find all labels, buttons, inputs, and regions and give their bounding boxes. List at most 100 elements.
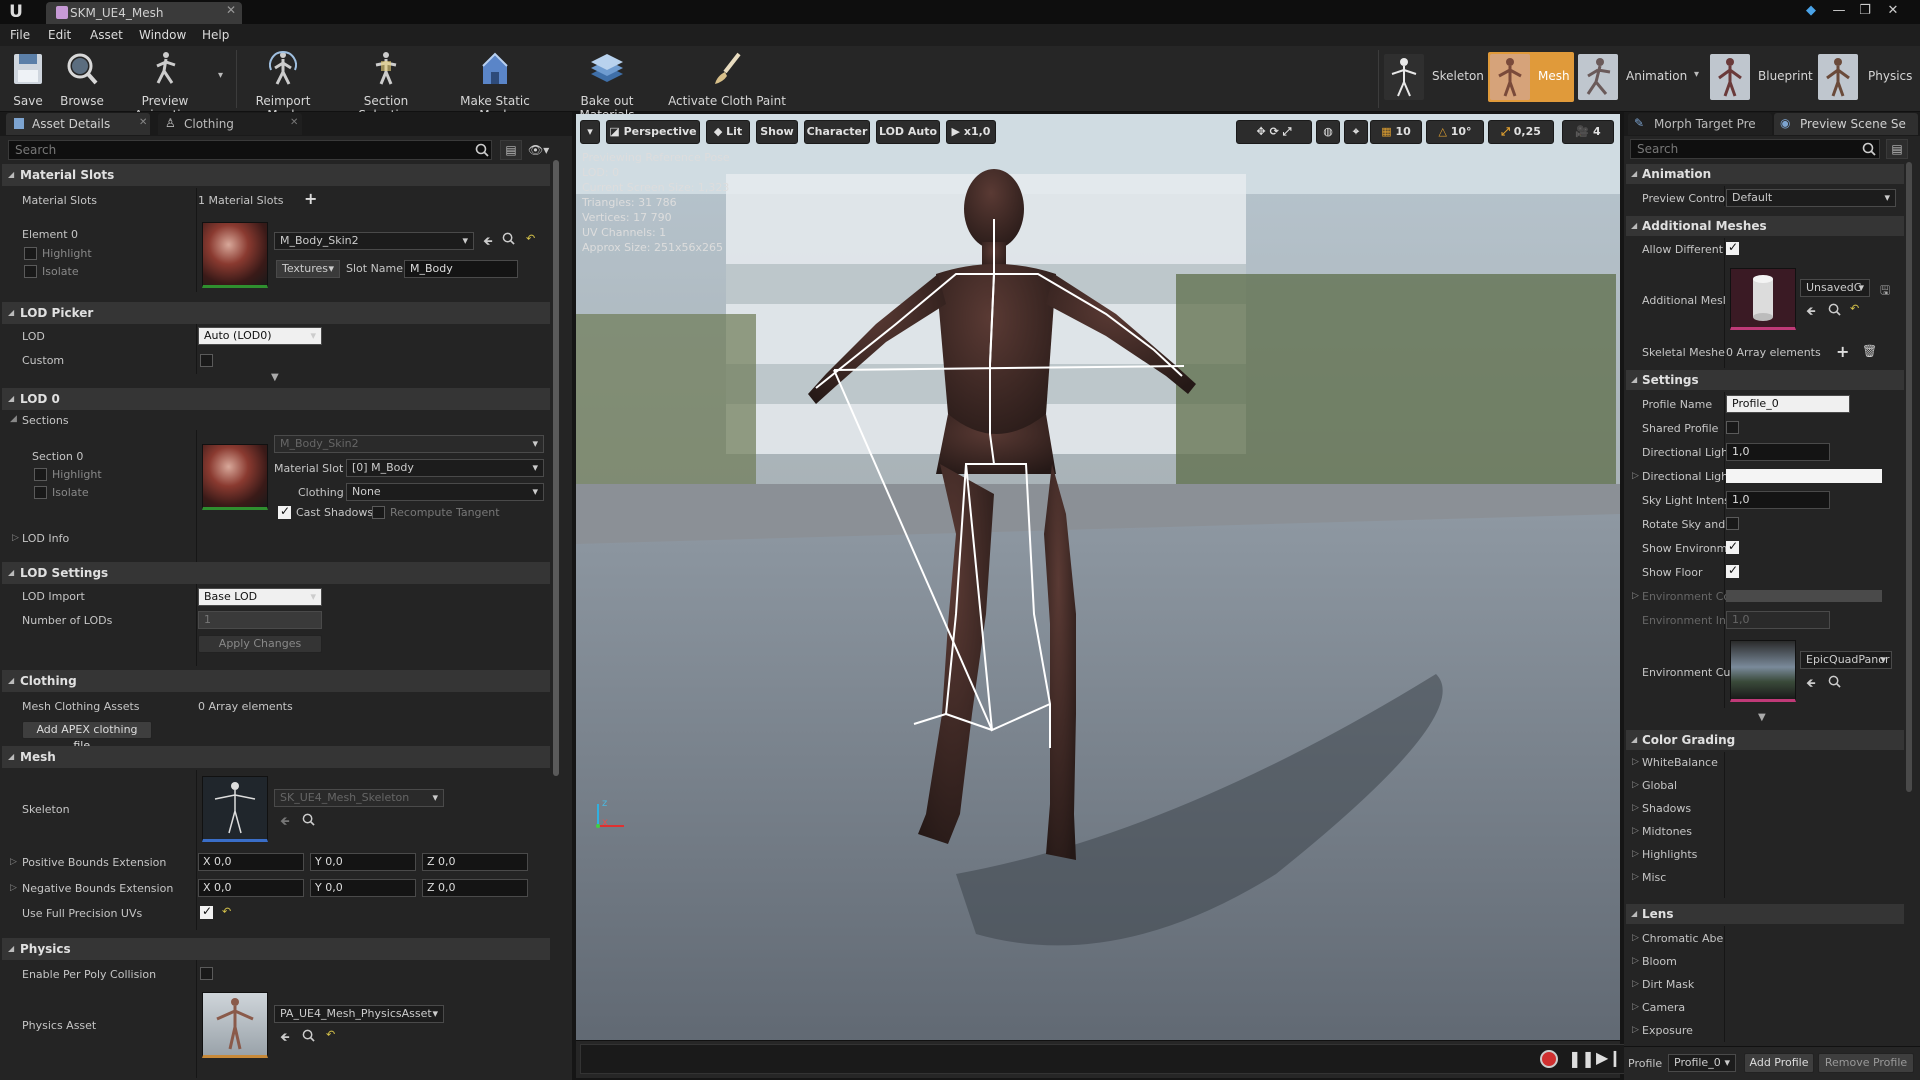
negative-bounds-expander-icon[interactable]: ▷: [10, 883, 17, 893]
use-selected-arrow-icon[interactable]: 🡸: [280, 812, 290, 833]
category-color-grading[interactable]: Color Grading: [1626, 730, 1904, 750]
tab-morph-target-preview[interactable]: Morph Target Pre: [1628, 113, 1772, 135]
physics-asset-thumbnail[interactable]: [202, 992, 268, 1058]
reset-to-default-icon[interactable]: ↶: [222, 905, 231, 918]
lod-info-expander-icon[interactable]: ▷: [12, 533, 19, 543]
white-balance-item[interactable]: WhiteBalance: [1642, 756, 1718, 769]
preview-animation-dropdown-icon[interactable]: ▾: [218, 70, 223, 81]
notification-icon[interactable]: ◆: [1800, 2, 1822, 20]
category-lens[interactable]: Lens: [1626, 904, 1904, 924]
shadows-item[interactable]: Shadows: [1642, 802, 1691, 815]
details-scrollbar[interactable]: [553, 160, 559, 776]
browse-to-icon[interactable]: [502, 232, 515, 248]
tab-preview-scene-settings[interactable]: Preview Scene Se: [1774, 113, 1918, 135]
category-clothing[interactable]: Clothing: [2, 670, 550, 692]
material-slot-select[interactable]: [0] M_Body: [346, 459, 544, 477]
expander-icon[interactable]: ▷: [1632, 1025, 1639, 1035]
cast-shadows-checkbox[interactable]: [278, 504, 291, 519]
close-window-button[interactable]: ✕: [1882, 2, 1904, 20]
property-matrix-icon[interactable]: ▤: [500, 140, 522, 160]
category-lod-picker[interactable]: LOD Picker: [2, 302, 550, 324]
global-item[interactable]: Global: [1642, 779, 1677, 792]
activate-cloth-paint-button[interactable]: Activate Cloth Paint: [668, 48, 786, 110]
rotate-sky-checkbox[interactable]: [1726, 517, 1739, 530]
expander-icon[interactable]: ▷: [1632, 1002, 1639, 1012]
browse-to-icon[interactable]: [1828, 675, 1841, 691]
highlight-checkbox[interactable]: [24, 247, 37, 260]
character-button[interactable]: Character: [804, 120, 870, 144]
material-select[interactable]: M_Body_Skin2: [274, 232, 474, 250]
menu-window[interactable]: Window: [139, 24, 186, 46]
save-button[interactable]: Save: [6, 48, 50, 110]
lod-import-select[interactable]: Base LOD: [198, 588, 322, 606]
chromatic-aberration-item[interactable]: Chromatic Abe: [1642, 932, 1723, 945]
environment-color-swatch[interactable]: [1726, 590, 1882, 602]
playback-speed-button[interactable]: ▶ x1,0: [946, 120, 996, 144]
negative-bounds-y-field[interactable]: Y 0,0: [310, 879, 416, 897]
scene-search-input[interactable]: Search: [1630, 139, 1880, 159]
record-button[interactable]: [1540, 1050, 1558, 1068]
save-asset-icon[interactable]: 🖫: [1880, 281, 1890, 302]
animation-dropdown-icon[interactable]: ▾: [1694, 69, 1699, 80]
expand-advanced-icon[interactable]: ▼: [1758, 712, 1766, 723]
negative-bounds-x-field[interactable]: X 0,0: [198, 879, 304, 897]
menu-edit[interactable]: Edit: [48, 24, 71, 46]
full-precision-uvs-checkbox[interactable]: [200, 904, 213, 919]
surface-snap-icon[interactable]: ⌖: [1344, 120, 1368, 144]
use-selected-arrow-icon[interactable]: 🡸: [280, 1028, 290, 1049]
transform-tools-group[interactable]: ✥ ⟳ ⤢: [1236, 120, 1312, 144]
section-isolate-checkbox[interactable]: [34, 486, 47, 499]
reset-to-default-icon[interactable]: ↶: [326, 1028, 335, 1041]
rotation-snap-button[interactable]: △ 10°: [1426, 120, 1484, 144]
additional-mesh-select[interactable]: UnsavedC: [1800, 279, 1870, 297]
per-poly-collision-checkbox[interactable]: [200, 967, 213, 980]
expander-icon[interactable]: ▷: [1632, 849, 1639, 859]
close-tab-icon[interactable]: ✕: [290, 117, 298, 128]
mode-animation-button[interactable]: Animation ▾: [1578, 52, 1699, 102]
sections-label[interactable]: Sections: [22, 414, 69, 427]
property-matrix-icon[interactable]: ▤: [1886, 139, 1908, 159]
minimize-button[interactable]: —: [1828, 2, 1850, 20]
show-environment-checkbox[interactable]: [1726, 539, 1739, 554]
profile-name-field[interactable]: Profile_0: [1726, 395, 1850, 413]
expander-icon[interactable]: ▷: [1632, 956, 1639, 966]
directional-light-intensity-field[interactable]: 1,0: [1726, 443, 1830, 461]
delete-elements-icon[interactable]: 🗑: [1862, 344, 1877, 358]
document-tab[interactable]: SKM_UE4_Mesh: [46, 2, 242, 24]
custom-checkbox[interactable]: [200, 354, 213, 367]
lit-button[interactable]: ◆ Lit: [706, 120, 750, 144]
use-selected-arrow-icon[interactable]: 🡸: [483, 232, 493, 253]
textures-dropdown[interactable]: Textures: [276, 260, 340, 278]
menu-asset[interactable]: Asset: [90, 24, 123, 46]
show-button[interactable]: Show: [756, 120, 798, 144]
world-local-icon[interactable]: ◍: [1316, 120, 1340, 144]
sections-expander-icon[interactable]: ◢: [10, 414, 17, 424]
viewport[interactable]: [576, 114, 1620, 1078]
bloom-item[interactable]: Bloom: [1642, 955, 1677, 968]
misc-item[interactable]: Misc: [1642, 871, 1666, 884]
expander-icon[interactable]: ▷: [1632, 803, 1639, 813]
expander-icon[interactable]: ▷: [1632, 933, 1639, 943]
category-physics[interactable]: Physics: [2, 938, 550, 960]
show-floor-checkbox[interactable]: [1726, 563, 1739, 578]
menu-help[interactable]: Help: [202, 24, 229, 46]
recompute-tangent-checkbox[interactable]: [372, 506, 385, 519]
dirt-mask-item[interactable]: Dirt Mask: [1642, 978, 1694, 991]
physics-asset-select[interactable]: PA_UE4_Mesh_PhysicsAsset: [274, 1005, 444, 1023]
tab-clothing[interactable]: Clothing: [158, 113, 302, 135]
mode-skeleton-button[interactable]: Skeleton: [1384, 52, 1488, 102]
preview-animation-button[interactable]: Preview Animation: [112, 48, 218, 122]
add-apex-clothing-button[interactable]: Add APEX clothing file...: [22, 721, 152, 752]
reset-to-default-icon[interactable]: ↶: [526, 232, 535, 245]
expander-icon[interactable]: ▷: [1632, 872, 1639, 882]
mode-blueprint-button[interactable]: Blueprint: [1710, 52, 1814, 102]
camera-item[interactable]: Camera: [1642, 1001, 1685, 1014]
section-material-thumbnail[interactable]: [202, 444, 268, 510]
perspective-button[interactable]: ◪ Perspective: [606, 120, 700, 144]
positive-bounds-x-field[interactable]: X 0,0: [198, 853, 304, 871]
expander-icon[interactable]: ▷: [1632, 757, 1639, 767]
expander-icon[interactable]: ▷: [1632, 780, 1639, 790]
category-lod-0[interactable]: LOD 0: [2, 388, 550, 410]
positive-bounds-expander-icon[interactable]: ▷: [10, 857, 17, 867]
lod-info-label[interactable]: LOD Info: [22, 532, 69, 545]
